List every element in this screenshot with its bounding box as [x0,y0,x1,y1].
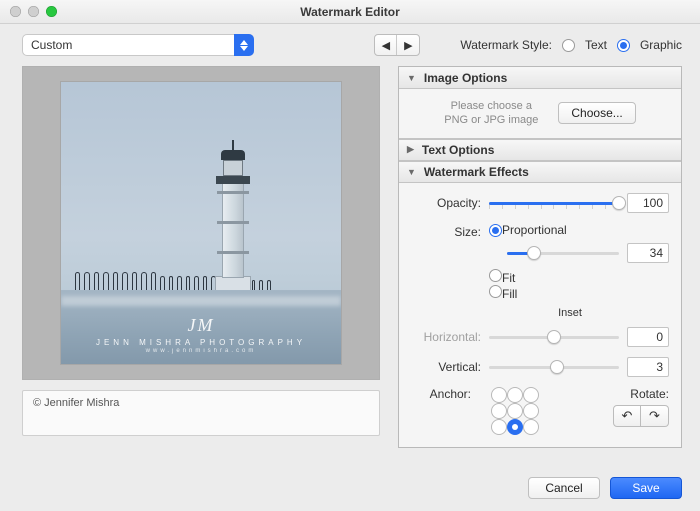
style-graphic-radio[interactable] [617,39,630,52]
opacity-slider[interactable] [489,195,619,211]
rotate-ccw-button[interactable]: ↶ [613,405,641,427]
size-label: Size: [411,223,481,301]
watermark-line2: www.jennmishra.com [61,348,341,354]
preview-image: JM JENN MISHRA PHOTOGRAPHY www.jennmishr… [61,82,341,364]
image-options-hint: Please choose a PNG or JPG image [444,99,538,128]
rotate-label: Rotate: [613,387,669,401]
copyright-field[interactable]: © Jennifer Mishra [22,390,380,436]
watermark-line1: JENN MISHRA PHOTOGRAPHY [61,338,341,347]
anchor-bottom-left[interactable] [491,419,507,435]
size-value[interactable]: 34 [627,243,669,263]
anchor-label: Anchor: [411,387,471,401]
preset-dropdown[interactable]: Custom [22,34,254,56]
text-options-title: Text Options [422,143,494,157]
anchor-middle-center[interactable] [507,403,523,419]
style-text-label: Text [585,38,607,52]
inset-horizontal-slider[interactable] [489,329,619,345]
cancel-button[interactable]: Cancel [528,477,600,499]
titlebar: Watermark Editor [0,0,700,24]
inset-title: Inset [471,307,669,319]
watermark-effects-title: Watermark Effects [424,165,529,179]
preset-dropdown-chevron-icon [234,34,254,56]
opacity-value[interactable]: 100 [627,193,669,213]
size-fit-label: Fit [502,271,515,285]
anchor-top-right[interactable] [523,387,539,403]
window-title: Watermark Editor [0,5,700,19]
inset-horizontal-label: Horizontal: [411,330,481,344]
size-fill-radio[interactable] [489,285,502,298]
watermark-effects-header[interactable]: ▼ Watermark Effects [399,161,681,183]
preset-next-button[interactable]: ▶ [397,35,419,55]
watermark-preview: JM JENN MISHRA PHOTOGRAPHY www.jennmishr… [22,66,380,380]
lighthouse-graphic [211,144,255,294]
disclosure-triangle-icon: ▶ [407,144,414,155]
image-options-title: Image Options [424,71,507,85]
opacity-label: Opacity: [411,196,481,210]
preset-nav: ◀ ▶ [374,34,420,56]
inset-vertical-value[interactable]: 3 [627,357,669,377]
anchor-bottom-center[interactable] [507,419,523,435]
choose-image-button[interactable]: Choose... [558,102,635,124]
watermark-overlay[interactable]: JM JENN MISHRA PHOTOGRAPHY www.jennmishr… [61,315,341,354]
size-proportional-label: Proportional [502,223,567,237]
anchor-middle-left[interactable] [491,403,507,419]
image-options-header[interactable]: ▼ Image Options [399,67,681,89]
anchor-bottom-right[interactable] [523,419,539,435]
anchor-top-center[interactable] [507,387,523,403]
size-slider[interactable] [507,245,619,261]
size-fill-label: Fill [502,287,517,301]
rotate-cw-button[interactable]: ↷ [641,405,669,427]
disclosure-triangle-icon: ▼ [407,167,416,177]
disclosure-triangle-icon: ▼ [407,73,416,83]
style-text-radio[interactable] [562,39,575,52]
watermark-signature: JM [61,315,341,336]
size-proportional-radio[interactable] [489,224,502,237]
preset-selected: Custom [31,38,72,52]
inset-horizontal-value[interactable]: 0 [627,327,669,347]
style-graphic-label: Graphic [640,38,682,52]
copyright-text: © Jennifer Mishra [33,397,119,409]
save-button[interactable]: Save [610,477,682,499]
anchor-top-left[interactable] [491,387,507,403]
size-fit-radio[interactable] [489,269,502,282]
anchor-middle-right[interactable] [523,403,539,419]
anchor-grid [491,387,539,435]
preset-prev-button[interactable]: ◀ [375,35,397,55]
inset-vertical-label: Vertical: [411,360,481,374]
inset-vertical-slider[interactable] [489,359,619,375]
watermark-style-label: Watermark Style: [460,38,552,52]
text-options-header[interactable]: ▶ Text Options [399,139,681,161]
